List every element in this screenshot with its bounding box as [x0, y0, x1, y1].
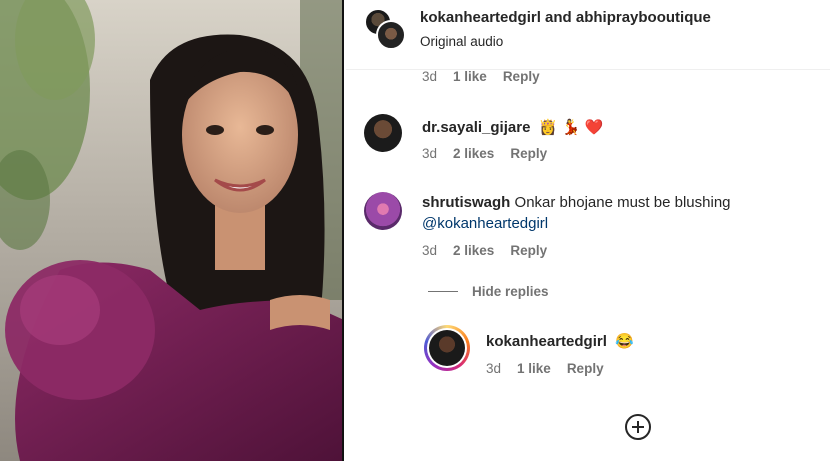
media-divider [342, 0, 344, 461]
comments-panel: kokanheartedgirl and abhipraybooutique O… [346, 0, 830, 461]
collab-avatars[interactable] [364, 8, 406, 50]
post-header: kokanheartedgirl and abhipraybooutique O… [346, 0, 830, 70]
video-frame-image [0, 0, 344, 461]
reply-button[interactable]: Reply [510, 146, 547, 161]
audio-label[interactable]: Original audio [420, 34, 503, 49]
reply-button[interactable]: Reply [503, 69, 540, 84]
comment-text: Onkar bhojane must be blushing [514, 194, 731, 211]
reel-video[interactable] [0, 0, 344, 461]
reply-text: 😂 [615, 333, 635, 350]
comment-username[interactable]: dr.sayali_gijare [422, 119, 530, 136]
reply-button[interactable]: Reply [567, 361, 604, 376]
post-likes[interactable]: 1 like [453, 69, 487, 84]
replies-line [428, 291, 458, 292]
comment-time[interactable]: 3d [422, 146, 437, 161]
hide-replies-button[interactable]: Hide replies [428, 284, 549, 299]
comment-username[interactable]: shrutiswagh [422, 194, 510, 211]
avatar[interactable] [364, 114, 402, 152]
reply-button[interactable]: Reply [510, 243, 547, 258]
reply-likes[interactable]: 1 like [517, 361, 551, 376]
post-time[interactable]: 3d [422, 69, 437, 84]
reply-meta: 3d 1 like Reply [486, 361, 604, 376]
reply-username[interactable]: kokanheartedgirl [486, 333, 607, 350]
comment-mention[interactable]: @kokanheartedgirl [422, 213, 817, 234]
comment-meta: 3d 2 likes Reply [422, 243, 547, 258]
hide-replies-label: Hide replies [472, 284, 549, 299]
avatar [376, 20, 406, 50]
comment-time[interactable]: 3d [422, 243, 437, 258]
comment-text: 👸 💃 ❤️ [538, 119, 604, 136]
comment-body: shrutiswagh Onkar bhojane must be blushi… [422, 192, 817, 213]
comment-likes[interactable]: 2 likes [453, 146, 494, 161]
reply-time[interactable]: 3d [486, 361, 501, 376]
comment-likes[interactable]: 2 likes [453, 243, 494, 258]
avatar[interactable] [364, 192, 402, 230]
comment-meta: 3d 2 likes Reply [422, 146, 547, 161]
avatar[interactable] [424, 325, 470, 371]
post-authors[interactable]: kokanheartedgirl and abhipraybooutique [420, 9, 711, 26]
post-meta: 3d 1 like Reply [422, 69, 540, 84]
plus-circle-icon[interactable] [624, 413, 652, 441]
